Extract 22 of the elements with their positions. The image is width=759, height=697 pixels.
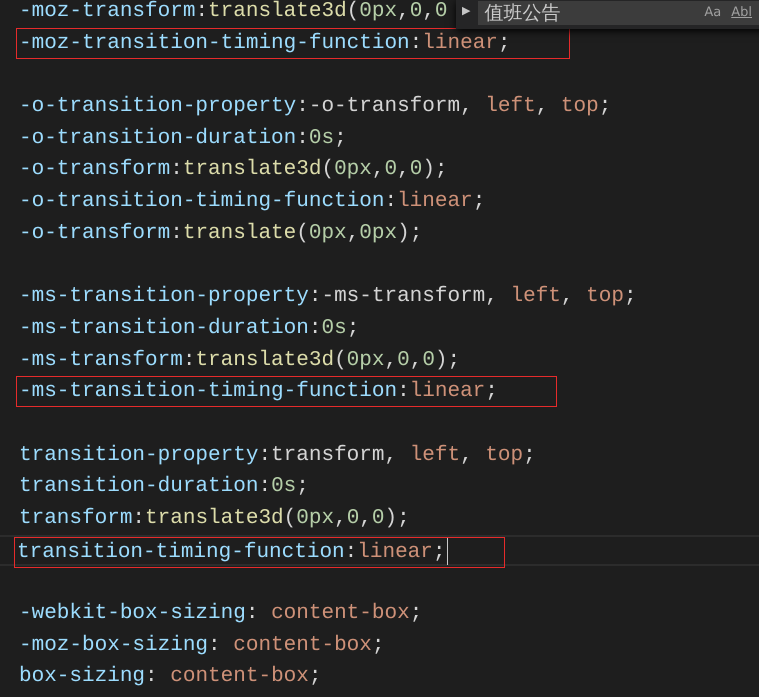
code-line: -ms-transition-property:-ms-transform, left, top; (18, 284, 638, 310)
code-line: -ms-transition-duration:0s; (18, 316, 360, 342)
code-line: transform:translate3d(0px,0,0); (18, 506, 411, 532)
code-line: -ms-transform:translate3d(0px,0,0); (18, 348, 462, 374)
code-editor[interactable] (0, 0, 759, 697)
code-line: -moz-box-sizing: content-box; (18, 632, 386, 659)
whole-word-button[interactable]: Abl (729, 5, 754, 20)
code-line: -o-transform:translate3d(0px,0,0); (18, 157, 449, 184)
code-line: -webkit-box-sizing: content-box; (18, 601, 424, 628)
code-line: -o-transition-timing-function:linear; (18, 189, 486, 216)
code-line: transition-duration:0s; (18, 474, 310, 500)
search-text: 值班公告 (484, 0, 562, 26)
code-line: -o-transition-property:-o-transform, left, top; (18, 94, 612, 120)
text-cursor (446, 538, 448, 565)
expand-toggle[interactable]: ▶ (460, 4, 472, 17)
code-line: box-sizing: content-box; (18, 664, 322, 690)
code-line: -moz-transform:translate3d(0px,0,0 (18, 0, 449, 25)
code-line: -o-transition-duration:0s; (18, 126, 348, 152)
match-case-button[interactable]: Aa (702, 5, 724, 20)
code-line: -o-transform:translate(0px,0px); (18, 220, 424, 247)
code-line: transition-property:transform, left, top; (18, 442, 537, 469)
search-field[interactable]: 值班公告 Aa Abl (478, 0, 759, 24)
